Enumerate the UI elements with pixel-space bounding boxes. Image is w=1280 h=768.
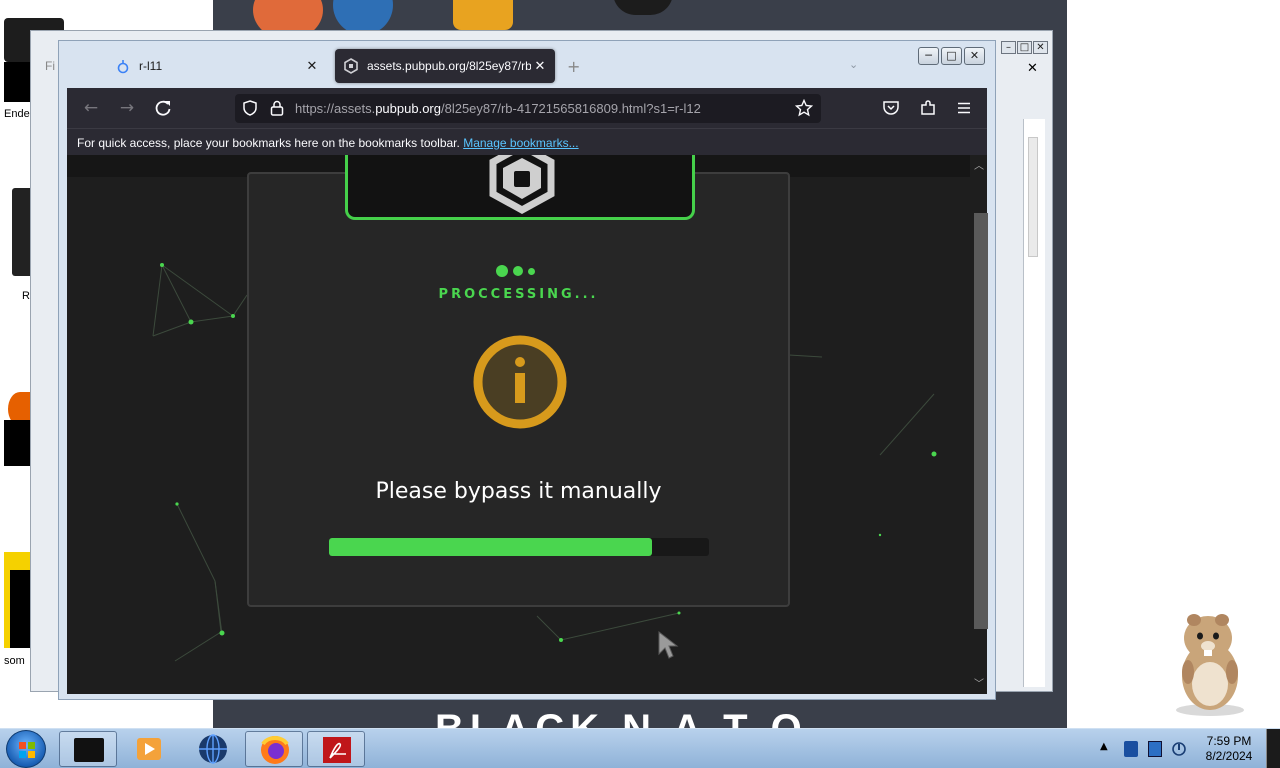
show-desktop-button[interactable]	[1266, 729, 1280, 768]
extensions-icon[interactable]	[919, 99, 937, 121]
tab-title: r-l11	[139, 59, 163, 73]
lock-icon[interactable]	[269, 99, 285, 120]
taskbar-app-acrobat[interactable]	[307, 731, 365, 767]
tray-overflow-icon[interactable]: ▲	[1100, 741, 1108, 752]
bookmark-star-icon[interactable]	[794, 98, 814, 120]
mouse-cursor-icon	[658, 630, 679, 659]
page-viewport: PROCCESSING... Please bypass it manually	[67, 155, 987, 694]
wallpaper-title: BLACK N A T O	[435, 707, 808, 728]
info-icon	[473, 335, 567, 429]
terminal-icon	[74, 738, 104, 762]
tracking-protection-icon[interactable]	[241, 99, 259, 120]
wallpaper-art	[453, 0, 513, 30]
tab-assets-pubpub[interactable]: assets.pubpub.org/8l25ey87/rb- ✕	[335, 49, 555, 83]
desktop-icon-label[interactable]: som	[4, 655, 25, 667]
taskbar-app-media-player[interactable]	[120, 731, 178, 767]
windows-logo-icon	[19, 742, 35, 758]
desktop-shortcut-icon[interactable]	[4, 420, 32, 466]
firefox-icon	[261, 736, 289, 764]
tab-close-button[interactable]: ✕	[303, 58, 321, 74]
clock-time: 7:59 PM	[1206, 734, 1252, 748]
processing-card: PROCCESSING... Please bypass it manually	[247, 155, 790, 607]
minimize-button[interactable]: –	[1001, 41, 1016, 54]
close-button[interactable]: ✕	[1033, 41, 1048, 54]
scroll-thumb[interactable]	[974, 213, 988, 629]
tab-r-l11[interactable]: r-l11 ✕	[111, 49, 327, 83]
globe-icon	[199, 734, 227, 764]
desktop-icon-label[interactable]: Ende	[4, 108, 30, 120]
window-controls: ─ □ ✕	[918, 47, 985, 65]
tray-volume-icon[interactable]	[1172, 741, 1186, 757]
close-button[interactable]: ✕	[964, 47, 985, 65]
logo-frame	[345, 155, 695, 220]
forward-button[interactable]: →	[115, 96, 139, 120]
maximize-button[interactable]: □	[1017, 41, 1032, 54]
loading-dots	[496, 265, 535, 277]
menu-icon[interactable]	[955, 99, 973, 121]
loading-dot	[496, 265, 508, 277]
close-icon[interactable]: ✕	[1027, 61, 1038, 76]
maximize-button[interactable]: □	[941, 47, 962, 65]
loading-dot	[513, 266, 523, 276]
back-window-scrollbar[interactable]	[1023, 119, 1045, 687]
start-button[interactable]	[6, 730, 46, 768]
taskbar-app-terminal[interactable]	[59, 731, 117, 767]
reload-icon	[155, 100, 171, 116]
minimize-button[interactable]: ─	[918, 47, 939, 65]
taskbar-app-firefox[interactable]	[245, 731, 303, 767]
bookmarks-toolbar: For quick access, place your bookmarks h…	[67, 128, 987, 155]
url-path: /8l25ey87/rb-41721565816809.html?s1=r-l1…	[440, 101, 701, 116]
back-button[interactable]: ←	[79, 96, 103, 120]
tray-shield-icon[interactable]	[1124, 741, 1138, 757]
desktop-shortcut-icon[interactable]	[10, 570, 30, 648]
tab-title: assets.pubpub.org/8l25ey87/rb-	[367, 59, 531, 73]
address-bar[interactable]: https://assets.pubpub.org/8l25ey87/rb-41…	[235, 94, 821, 123]
bypass-message: Please bypass it manually	[375, 479, 662, 504]
scroll-down-icon[interactable]: ﹀	[974, 675, 984, 690]
scroll-up-icon[interactable]: ︿	[974, 157, 984, 172]
browser-window: ─ □ ✕ r-l11 ✕ assets.pubpub.org/8l25ey87…	[58, 40, 996, 700]
url-host: pubpub.org	[375, 101, 441, 116]
loading-icon	[115, 58, 131, 74]
hamster-mascot-icon[interactable]	[1166, 612, 1252, 718]
navigation-toolbar: ← → https://assets.pubpub.org/8l25ey87/r…	[67, 88, 987, 128]
desktop-icon-label[interactable]: R	[22, 290, 30, 302]
processing-status: PROCCESSING...	[438, 287, 599, 302]
loading-dot	[528, 267, 535, 275]
page-scrollbar[interactable]: ︿ ﹀	[970, 155, 988, 694]
url-text: https://assets.pubpub.org/8l25ey87/rb-41…	[295, 101, 701, 116]
reload-button[interactable]	[151, 96, 175, 120]
system-clock[interactable]: 7:59 PM 8/2/2024	[1196, 734, 1262, 764]
media-player-icon	[137, 738, 161, 760]
taskbar-app-browser-globe[interactable]	[184, 731, 242, 767]
progress-fill	[329, 538, 652, 556]
robux-logo-icon	[489, 155, 555, 214]
tab-close-button[interactable]: ✕	[531, 58, 549, 74]
progress-bar	[329, 538, 709, 556]
manage-bookmarks-link[interactable]: Manage bookmarks...	[463, 136, 578, 150]
taskbar: ▲ 7:59 PM 8/2/2024	[0, 728, 1280, 768]
bookmarks-hint: For quick access, place your bookmarks h…	[77, 136, 460, 150]
tray-network-icon[interactable]	[1148, 741, 1162, 757]
tab-list-button[interactable]: ⌄	[849, 58, 858, 71]
site-favicon-icon	[343, 58, 359, 74]
clock-date: 8/2/2024	[1205, 749, 1253, 763]
url-prefix: https://assets.	[295, 101, 376, 116]
pdf-reader-icon	[323, 737, 351, 763]
wallpaper-art	[613, 0, 673, 15]
back-window-label: Fi	[45, 59, 55, 73]
new-tab-button[interactable]: +	[567, 57, 580, 76]
pocket-icon[interactable]	[882, 99, 900, 121]
